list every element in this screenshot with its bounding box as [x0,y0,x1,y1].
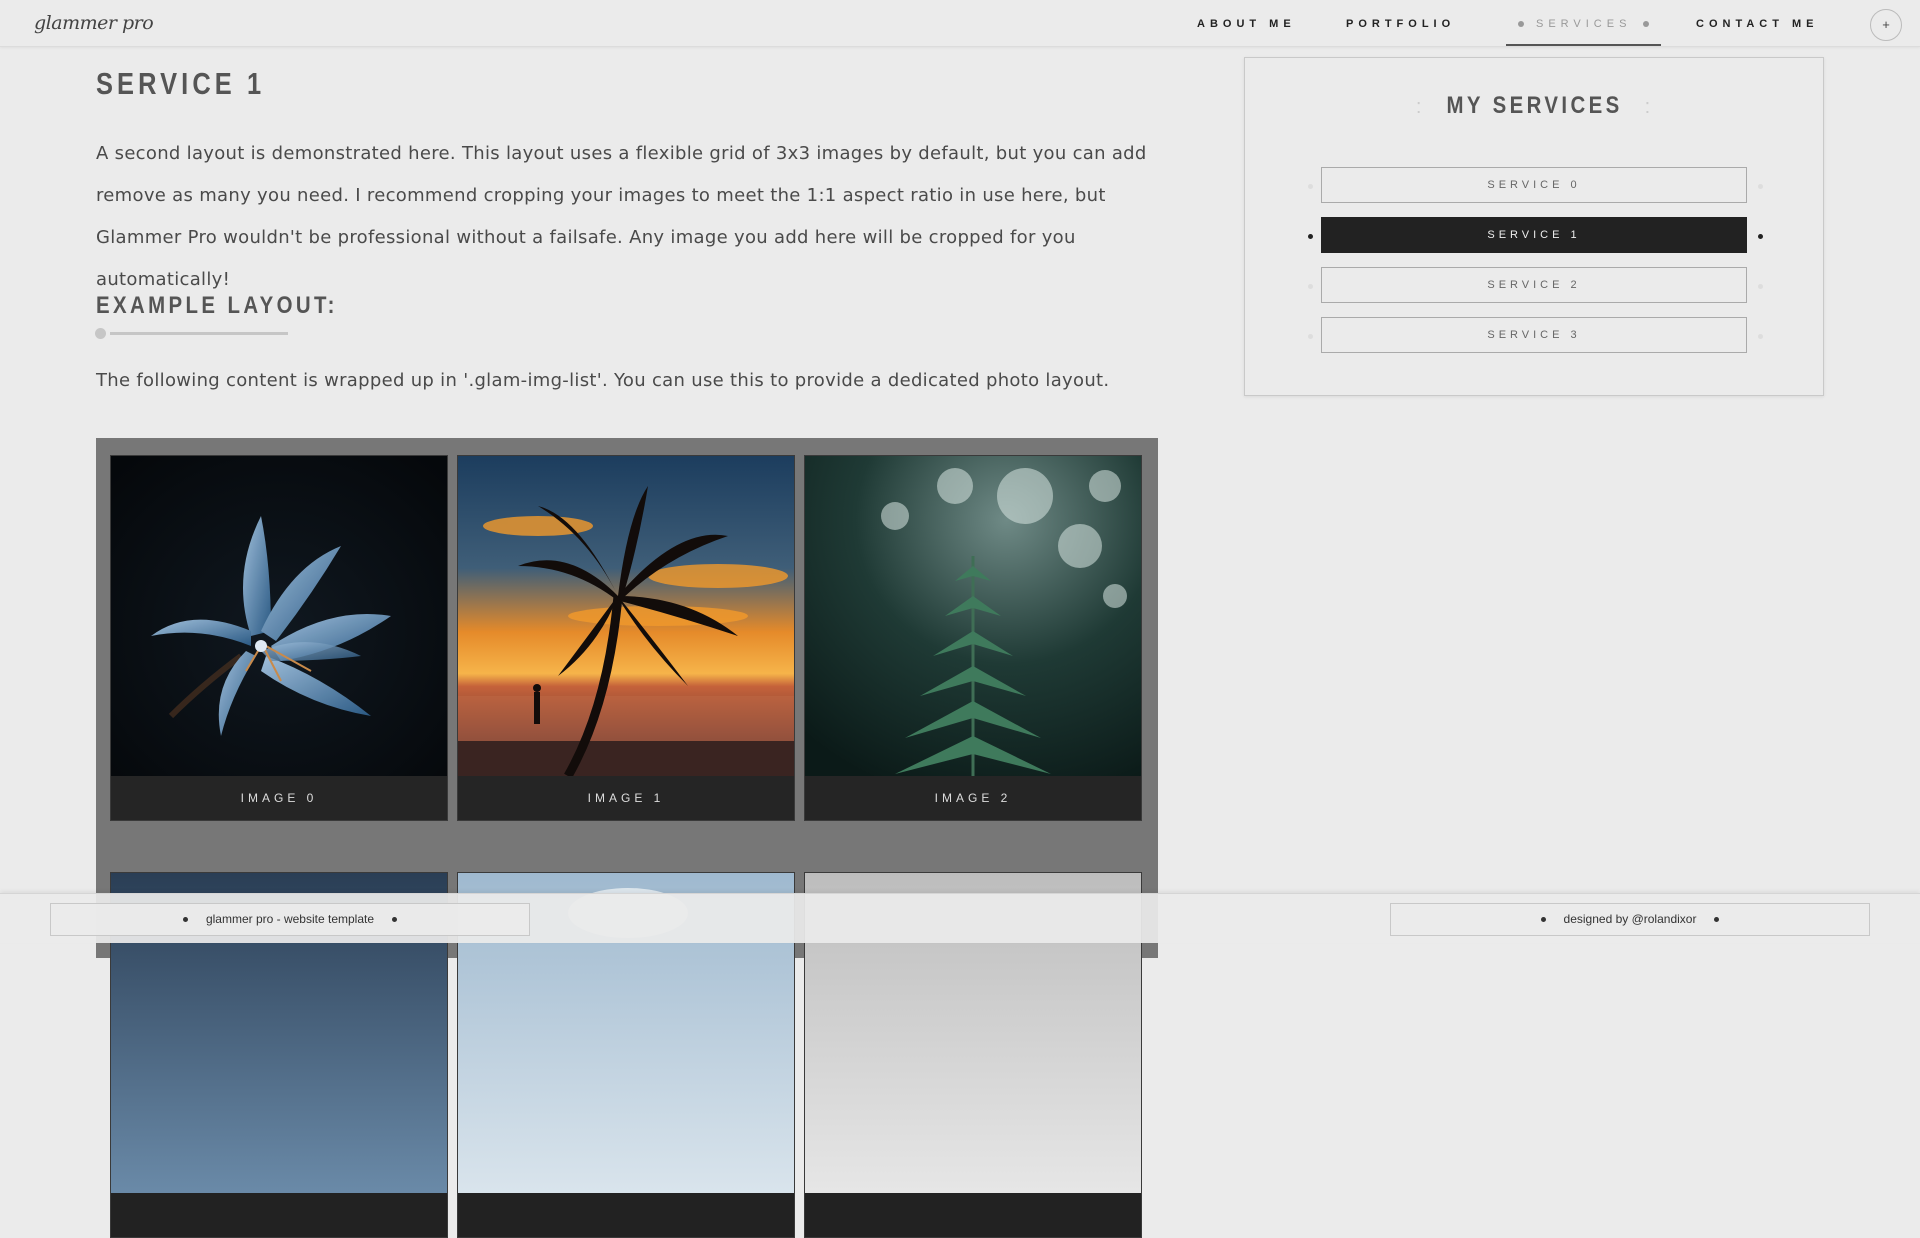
footer-dot [1714,917,1720,923]
section-heading: EXAMPLE LAYOUT: [96,292,338,319]
service-dot-active [1758,234,1763,239]
image-gallery: IMAGE 0 IMAGE 1 IMAGE 2 [96,438,1158,1238]
expand-menu-button[interactable]: + [1870,9,1902,41]
nav-dot-left [1518,21,1524,28]
footer-right-text[interactable]: designed by @rolandixor [1564,912,1697,926]
service-dot [1758,334,1763,339]
title-deco-right: : [1644,96,1655,118]
fern-image [805,456,1141,776]
nav-about-me[interactable]: ABOUT ME [1197,0,1296,46]
page-title: SERVICE 1 [96,66,266,101]
nav-dot-right [1643,21,1650,28]
nav-services[interactable]: SERVICES [1506,0,1662,46]
footer-dot [1540,917,1546,923]
nav-contact-me[interactable]: CONTACT ME [1696,0,1819,46]
site-logo[interactable]: glammer pro [34,12,154,34]
service-0-button[interactable]: SERVICE 0 [1321,167,1747,203]
title-deco-left: : [1415,96,1426,118]
image-caption: IMAGE 1 [458,776,794,820]
heading-underline [110,332,288,335]
nav-services-label: SERVICES [1536,18,1632,30]
service-1-button[interactable]: SERVICE 1 [1321,217,1747,253]
service-dot [1758,284,1763,289]
footer-left-text: glammer pro - website template [205,912,375,926]
heading-underline-dot [95,328,106,339]
image-caption: IMAGE 0 [111,776,447,820]
image-caption: IMAGE 2 [805,776,1141,820]
palm-sunset-image [458,456,794,776]
service-dot [1308,334,1313,339]
site-footer: glammer pro - website template designed … [0,893,1920,943]
services-title-text: MY SERVICES [1446,92,1624,119]
service-dot-active [1308,234,1313,239]
services-title: : MY SERVICES: [1245,92,1825,120]
site-header: glammer pro ABOUT ME PORTFOLIO SERVICES … [0,0,1920,47]
gallery-card-image-2[interactable]: IMAGE 2 [804,455,1142,821]
intro-paragraph: A second layout is demonstrated here. Th… [96,143,1147,290]
nav-portfolio[interactable]: PORTFOLIO [1346,0,1455,46]
footer-dot [182,917,188,923]
footer-credit-right: designed by @rolandixor [1390,903,1870,936]
service-2-button[interactable]: SERVICE 2 [1321,267,1747,303]
service-dot [1758,184,1763,189]
footer-credit-left: glammer pro - website template [50,903,530,936]
services-panel: : MY SERVICES: SERVICE 0 SERVICE 1 SERVIC… [1244,57,1824,396]
section-paragraph: The following content is wrapped up in '… [96,370,1110,391]
footer-dot [392,917,398,923]
flower-image [111,456,447,776]
gallery-card-image-0[interactable]: IMAGE 0 [110,455,448,821]
gallery-card-image-1[interactable]: IMAGE 1 [457,455,795,821]
service-dot [1308,284,1313,289]
service-dot [1308,184,1313,189]
service-3-button[interactable]: SERVICE 3 [1321,317,1747,353]
